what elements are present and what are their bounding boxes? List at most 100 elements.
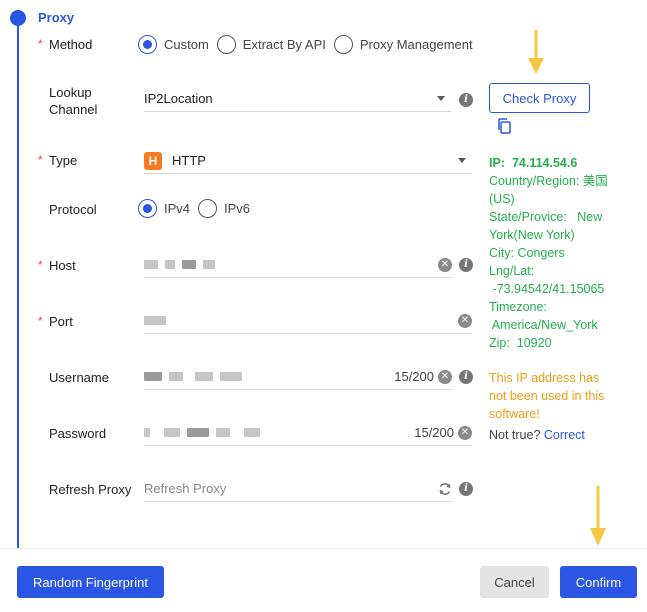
city-line: City: Congers	[489, 246, 565, 260]
info-icon[interactable]: i	[459, 93, 473, 107]
arrow-down-icon	[590, 486, 606, 546]
username-label: Username	[49, 370, 109, 385]
clear-icon[interactable]: ✕	[458, 426, 472, 440]
masked-text	[216, 428, 230, 437]
chevron-down-icon	[437, 96, 445, 101]
warning-line: software!	[489, 407, 540, 421]
required-asterisk: *	[38, 314, 43, 328]
required-asterisk: *	[38, 37, 43, 51]
type-label: Type	[49, 153, 78, 168]
username-row: Username 15/200 ✕ i	[0, 364, 480, 392]
method-option-custom[interactable]: Custom	[138, 35, 209, 54]
not-true-prompt: Not true? Correct	[489, 428, 585, 442]
method-option-label: Custom	[164, 37, 209, 52]
type-value: HTTP	[172, 153, 206, 168]
protocol-option-ipv4[interactable]: IPv4	[138, 199, 190, 218]
masked-text	[203, 260, 215, 269]
port-label: Port	[49, 314, 73, 329]
password-row: Password 15/200 ✕	[0, 420, 480, 448]
copy-icon[interactable]	[497, 118, 511, 134]
section-title: Proxy	[38, 10, 75, 25]
type-select[interactable]: H HTTP	[144, 148, 472, 174]
refresh-label: Refresh Proxy	[49, 482, 132, 497]
timezone-value: America/New_York	[489, 318, 598, 332]
username-counter: 15/200	[394, 369, 434, 384]
radio-checked-icon	[138, 35, 157, 54]
cancel-button[interactable]: Cancel	[480, 566, 549, 598]
check-proxy-button[interactable]: Check Proxy	[489, 83, 590, 113]
chevron-down-icon	[458, 158, 466, 163]
lookup-channel-select[interactable]: IP2Location	[144, 86, 451, 112]
info-icon[interactable]: i	[459, 258, 473, 272]
refresh-proxy-placeholder: Refresh Proxy	[144, 481, 227, 496]
ip-label: IP:	[489, 156, 505, 170]
info-icon[interactable]: i	[459, 482, 473, 496]
http-badge-icon: H	[144, 151, 162, 170]
masked-text	[169, 372, 183, 381]
required-asterisk: *	[38, 153, 43, 167]
ip-value: 74.114.54.6	[511, 156, 578, 170]
masked-text	[195, 372, 213, 381]
warning-line: not been used in this	[489, 389, 605, 403]
timezone-label: Timezone:	[489, 300, 547, 314]
random-fingerprint-button[interactable]: Random Fingerprint	[17, 566, 164, 598]
host-label: Host	[49, 258, 76, 273]
username-input[interactable]: 15/200 ✕	[144, 364, 452, 390]
masked-text	[220, 372, 242, 381]
timeline-dot	[10, 10, 26, 26]
masked-text	[144, 428, 150, 437]
state-line2: York(New York)	[489, 228, 575, 242]
clear-icon[interactable]: ✕	[438, 258, 452, 272]
masked-text	[144, 316, 166, 325]
masked-text	[187, 428, 209, 437]
protocol-option-label: IPv4	[164, 201, 191, 216]
host-input[interactable]: ✕	[144, 252, 452, 278]
confirm-button[interactable]: Confirm	[560, 566, 637, 598]
lnglat-value: -73.94542/41.15065	[489, 282, 605, 296]
country-line: Country/Region: 美国	[489, 174, 608, 188]
info-icon[interactable]: i	[459, 370, 473, 384]
masked-text	[144, 372, 162, 381]
required-asterisk: *	[38, 258, 43, 272]
protocol-option-label: IPv6	[224, 201, 251, 216]
radio-unchecked-icon	[216, 35, 236, 54]
radio-unchecked-icon	[198, 199, 218, 218]
lookup-row: Lookup Channel IP2Location i	[0, 82, 480, 118]
password-input[interactable]: 15/200 ✕	[144, 420, 472, 446]
country-line2: (US)	[489, 192, 515, 206]
lookup-channel-value: IP2Location	[144, 91, 213, 106]
masked-text	[144, 260, 158, 269]
zip-line: Zip: 10920	[489, 336, 552, 350]
not-true-text: Not true?	[489, 428, 541, 442]
ip-line: IP: 74.114.54.6	[489, 154, 639, 172]
type-row: * Type H HTTP	[0, 148, 480, 176]
method-option-extract-by-api[interactable]: Extract By API	[216, 35, 326, 54]
refresh-icon[interactable]	[438, 482, 452, 496]
method-radio-group: Custom Extract By API Proxy Management	[138, 35, 473, 54]
method-option-label: Proxy Management	[359, 37, 473, 52]
refresh-proxy-input[interactable]: Refresh Proxy	[144, 476, 452, 502]
host-row: * Host ✕ i	[0, 252, 480, 280]
masked-text	[244, 428, 260, 437]
radio-unchecked-icon	[333, 35, 353, 54]
lnglat-label: Lng/Lat:	[489, 264, 535, 278]
warning-line: This IP address has	[489, 371, 600, 385]
protocol-row: Protocol IPv4 IPv6	[0, 199, 480, 221]
protocol-radio-group: IPv4 IPv6	[138, 199, 250, 218]
unused-ip-warning: This IP address has not been used in thi…	[489, 369, 619, 423]
port-input[interactable]: ✕	[144, 308, 472, 334]
arrow-down-icon	[528, 30, 544, 74]
method-label: Method	[49, 37, 93, 52]
proxy-check-result: IP: 74.114.54.6 Country/Region: 美国 (US) …	[489, 154, 639, 352]
masked-text	[164, 428, 180, 437]
correct-link[interactable]: Correct	[544, 428, 585, 442]
refresh-row: Refresh Proxy Refresh Proxy i	[0, 476, 480, 504]
password-label: Password	[49, 426, 107, 441]
clear-icon[interactable]: ✕	[438, 370, 452, 384]
clear-icon[interactable]: ✕	[458, 314, 472, 328]
masked-text	[182, 260, 196, 269]
method-option-proxy-management[interactable]: Proxy Management	[333, 35, 473, 54]
password-counter: 15/200	[414, 425, 454, 440]
radio-checked-icon	[138, 199, 157, 218]
protocol-option-ipv6[interactable]: IPv6	[198, 199, 250, 218]
